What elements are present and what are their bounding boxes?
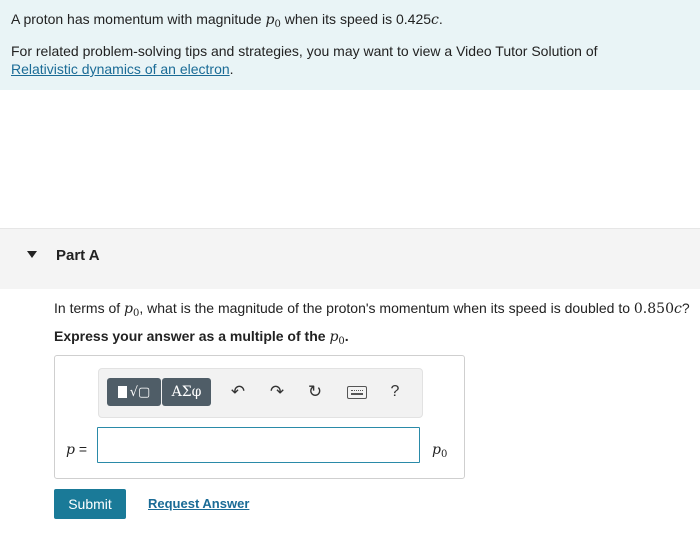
collapse-caret-icon[interactable] [27, 251, 37, 258]
question-c: c [673, 301, 682, 317]
help-icon[interactable]: ? [383, 380, 407, 404]
answer-label: p = [66, 441, 87, 458]
keyboard-icon[interactable] [345, 380, 369, 404]
templates-button[interactable]: √▢ [107, 378, 161, 406]
video-tutor-link[interactable]: Relativistic dynamics of an electron [11, 61, 230, 77]
statement-speed: when its speed is 0.425 [280, 11, 432, 27]
answer-panel: √▢ ΑΣφ ↶ ↷ ↻ ? p = p0 [54, 355, 465, 479]
submit-button[interactable]: Submit [54, 489, 126, 519]
question-momentum-symbol: p0 [124, 301, 139, 319]
unit-subscript: 0 [440, 449, 448, 460]
answer-label-eq: = [74, 441, 88, 457]
answer-label-var: p [66, 442, 75, 458]
tutor-link-line: Relativistic dynamics of an electron. [11, 61, 234, 77]
question-text: In terms of p0, what is the magnitude of… [54, 300, 690, 319]
light-speed-symbol: c [431, 12, 439, 28]
question-var: p [124, 301, 133, 317]
question-speed: 0.850 [633, 301, 674, 317]
request-answer-link[interactable]: Request Answer [148, 496, 249, 511]
momentum-symbol: p0 [265, 12, 280, 30]
question-pre: In terms of [54, 300, 125, 316]
answer-input[interactable] [97, 427, 420, 463]
part-a-header[interactable]: Part A [0, 228, 700, 289]
instruction-period: . [344, 328, 349, 344]
redo-icon[interactable]: ↷ [265, 380, 289, 404]
template-box-icon [117, 386, 127, 398]
problem-statement: A proton has momentum with magnitude p0 … [11, 11, 443, 30]
answer-unit: p0 [432, 441, 447, 460]
keyboard-glyph [347, 385, 367, 399]
problem-intro: A proton has momentum with magnitude p0 … [0, 0, 700, 90]
templates-label: √▢ [129, 384, 151, 400]
link-period: . [229, 61, 234, 77]
question-mid: , what is the magnitude of the proton's … [139, 300, 634, 316]
math-toolbar: √▢ ΑΣφ ↶ ↷ ↻ ? [98, 368, 423, 418]
symbols-button[interactable]: ΑΣφ [162, 378, 211, 406]
reset-icon[interactable]: ↻ [303, 380, 327, 404]
answer-instruction: Express your answer as a multiple of the… [54, 328, 349, 347]
unit-var: p [432, 442, 441, 458]
instruction-text: Express your answer as a multiple of the [54, 328, 330, 344]
question-end: ? [681, 300, 690, 316]
undo-icon[interactable]: ↶ [226, 380, 250, 404]
statement-period: . [438, 11, 443, 27]
instruction-momentum-symbol: p0 [329, 329, 344, 347]
tutor-hint: For related problem-solving tips and str… [11, 43, 598, 59]
statement-text: A proton has momentum with magnitude [11, 11, 266, 27]
part-title: Part A [56, 247, 100, 264]
